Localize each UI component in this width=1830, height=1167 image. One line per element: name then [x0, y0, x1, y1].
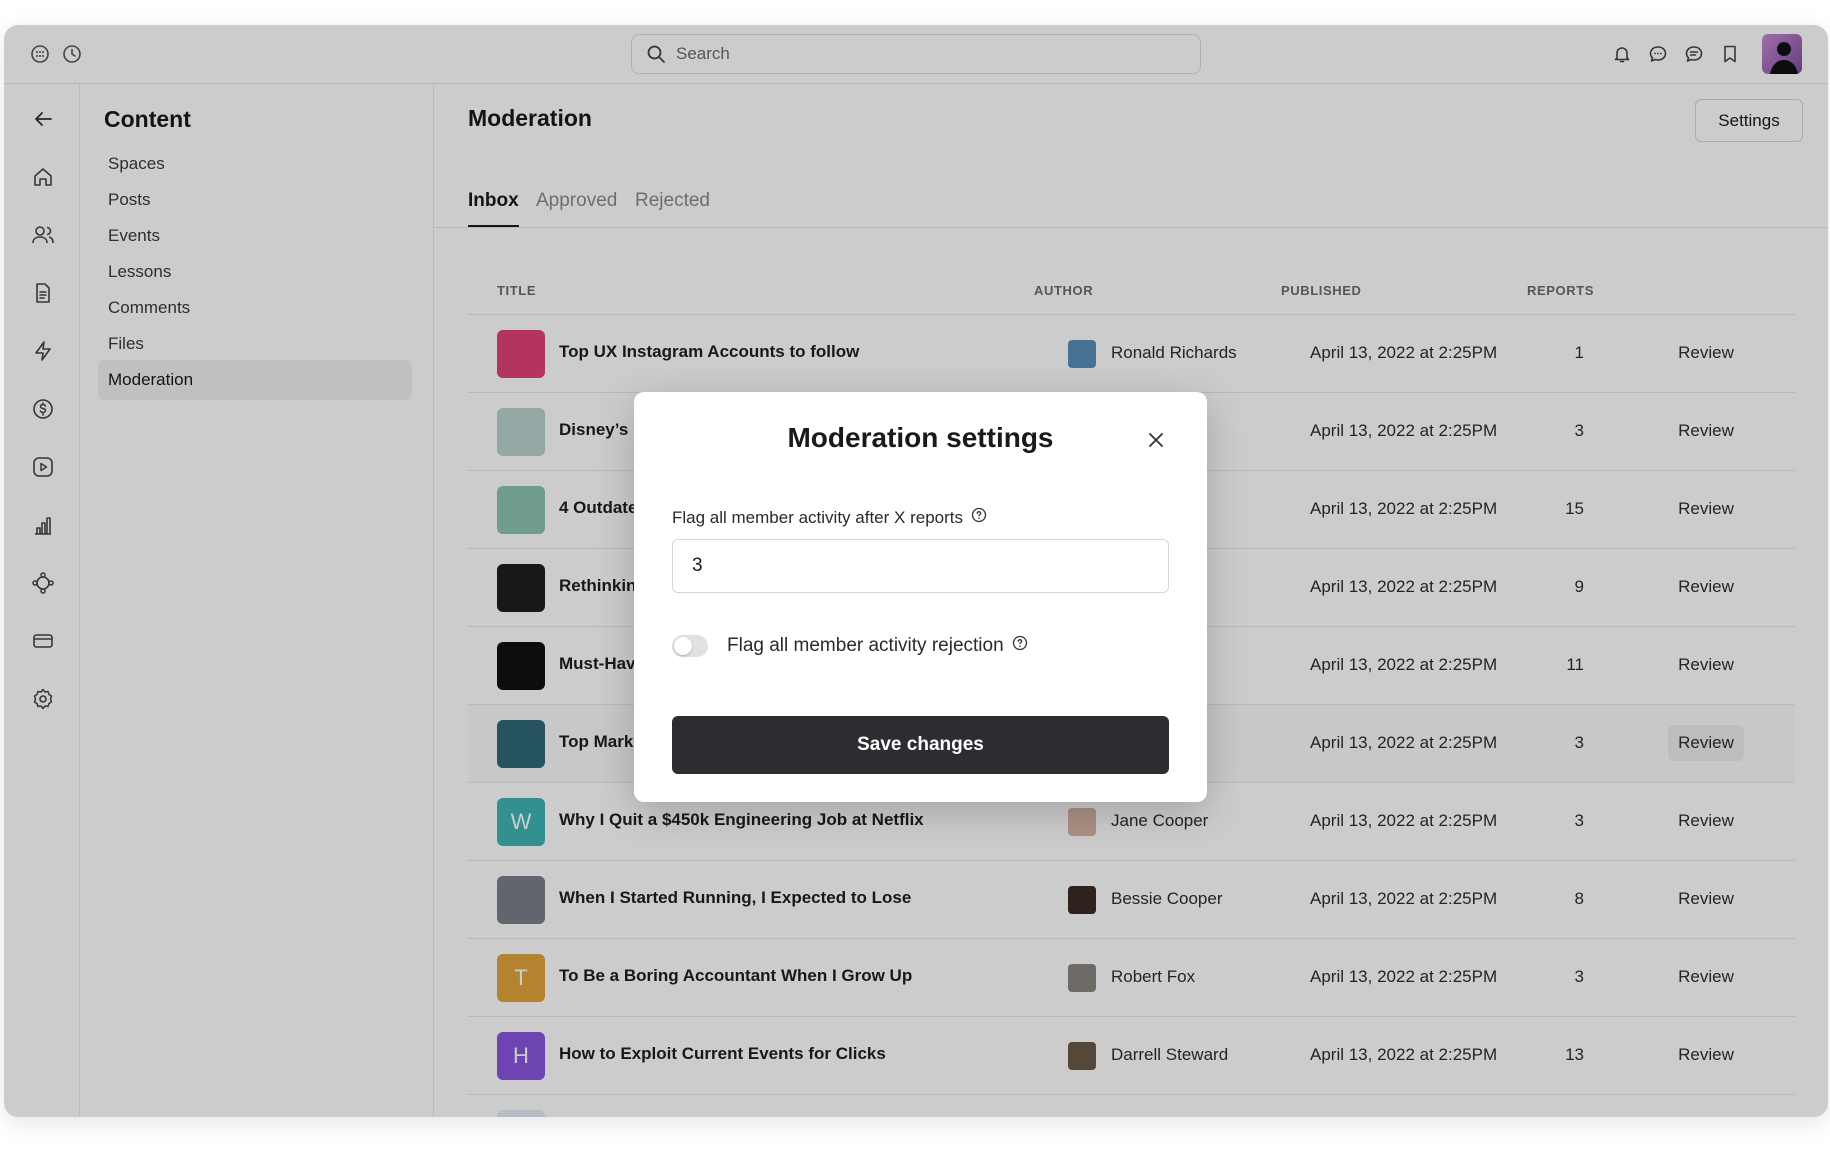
flag-reports-label-text: Flag all member activity after X reports	[672, 507, 963, 527]
help-icon[interactable]	[1012, 635, 1028, 657]
modal-title: Moderation settings	[787, 422, 1054, 453]
save-changes-button[interactable]: Save changes	[672, 716, 1169, 774]
flag-rejection-label-text: Flag all member activity rejection	[727, 635, 1004, 656]
flag-reports-input[interactable]: 3	[672, 539, 1169, 593]
toggle-knob	[674, 637, 692, 655]
close-icon[interactable]	[1142, 426, 1170, 454]
flag-reports-label: Flag all member activity after X reports	[672, 507, 987, 528]
flag-rejection-toggle[interactable]	[672, 635, 708, 657]
flag-rejection-label: Flag all member activity rejection	[727, 635, 1028, 657]
app-window: Search Content Spaces Posts Events Lesso…	[4, 25, 1828, 1117]
help-icon[interactable]	[971, 507, 987, 528]
moderation-settings-modal: Moderation settings Flag all member acti…	[634, 392, 1207, 802]
